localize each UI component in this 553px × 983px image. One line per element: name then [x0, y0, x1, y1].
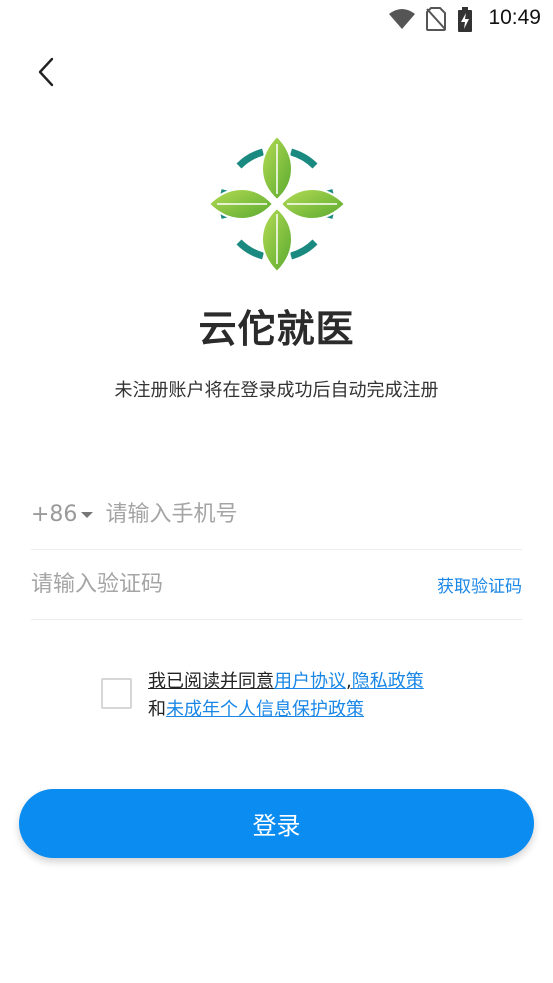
login-button[interactable]: 登录: [19, 789, 534, 858]
agreement-and: 和: [148, 699, 166, 720]
app-title: 云佗就医: [198, 307, 355, 351]
battery-charging-icon: [458, 7, 472, 32]
chevron-left-icon: [38, 57, 54, 87]
register-hint: 未注册账户将在登录成功后自动完成注册: [114, 380, 439, 401]
phone-row: +86: [31, 480, 522, 550]
phone-input[interactable]: [105, 480, 522, 549]
verification-code-input[interactable]: [31, 550, 437, 619]
get-code-button[interactable]: 获取验证码: [437, 572, 522, 597]
minor-policy-link[interactable]: 未成年个人信息保护政策: [166, 699, 364, 720]
privacy-policy-link[interactable]: 隐私政策: [352, 671, 424, 692]
agreement-block: 我已阅读并同意用户协议,隐私政策 和未成年个人信息保护政策: [101, 668, 501, 728]
status-bar: 10:49: [0, 0, 553, 38]
country-code-selector[interactable]: +86: [31, 502, 105, 527]
agreement-checkbox[interactable]: [101, 678, 132, 709]
agreement-prefix: 我已阅读并同意: [148, 671, 274, 692]
no-sim-icon: [426, 7, 446, 31]
user-agreement-link[interactable]: 用户协议: [274, 671, 346, 692]
status-time: 10:49: [488, 6, 541, 29]
agreement-text: 我已阅读并同意用户协议,隐私政策 和未成年个人信息保护政策: [148, 668, 508, 724]
app-logo-icon: [207, 134, 347, 274]
login-screen: 10:49 云佗就医 未注册账户将在登录成功后自动完成注册 +86 请输入手机号…: [0, 0, 553, 983]
code-row: 获取验证码: [31, 550, 522, 620]
caret-down-icon: [81, 511, 94, 518]
wifi-icon: [389, 9, 415, 29]
country-code-label: +86: [31, 502, 78, 527]
back-button[interactable]: [26, 52, 66, 92]
